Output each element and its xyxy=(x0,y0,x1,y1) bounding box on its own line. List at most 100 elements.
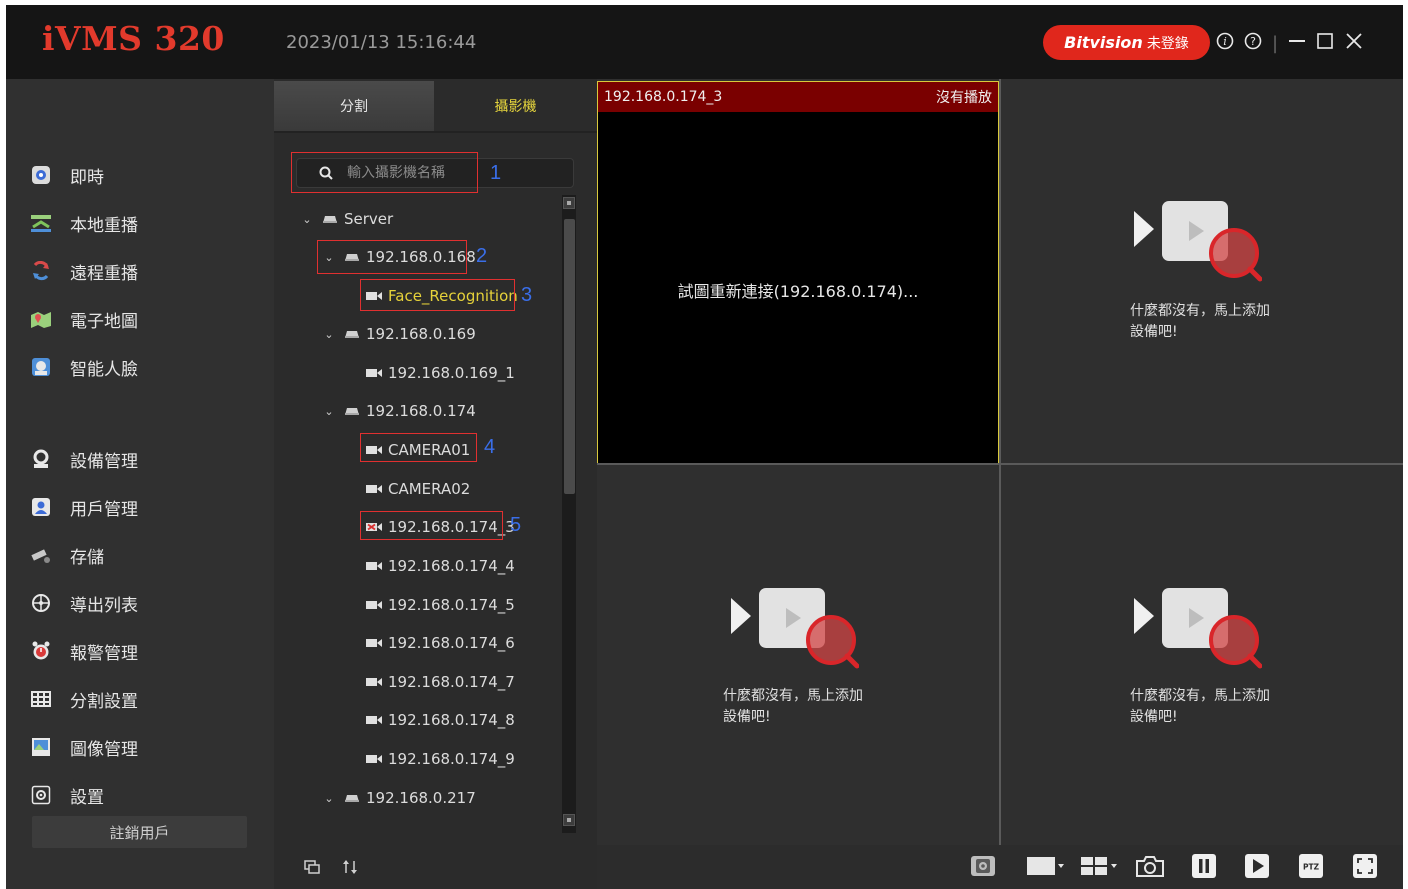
close-icon[interactable] xyxy=(1344,31,1364,56)
scroll-up-button[interactable] xyxy=(563,197,575,209)
camera-search-box[interactable] xyxy=(296,158,574,188)
sort-icon[interactable] xyxy=(342,859,358,879)
split-layout-icon[interactable] xyxy=(1079,853,1121,879)
nav-label: 設備管理 xyxy=(70,451,138,472)
nav-device-management[interactable]: 設備管理 xyxy=(30,444,138,474)
logout-button[interactable]: 註銷用戶 xyxy=(32,816,247,848)
grid-divider xyxy=(999,79,1001,845)
empty-text-line: 什麼都沒有，馬上添加 xyxy=(723,688,863,704)
export-list-icon xyxy=(30,592,52,614)
nav-label: 報警管理 xyxy=(70,643,138,664)
nav-settings[interactable]: 設置 xyxy=(30,780,104,810)
nav-face-recognition[interactable]: 智能人臉 xyxy=(30,352,138,382)
bottom-toolbar: PTZ xyxy=(597,845,1403,889)
annotation-number: 3 xyxy=(521,284,533,306)
info-icon[interactable]: i xyxy=(1216,32,1234,55)
scroll-down-button[interactable] xyxy=(563,814,575,826)
video-cell-status: 沒有播放 xyxy=(936,90,992,106)
tree-label: 192.168.0.174_5 xyxy=(388,596,515,614)
nav-user-management[interactable]: 用戶管理 xyxy=(30,492,138,522)
nav-image-management[interactable]: 圖像管理 xyxy=(30,732,138,762)
chevron-down-icon[interactable]: ⌄ xyxy=(322,405,336,418)
server-icon xyxy=(322,214,338,224)
nav-label: 圖像管理 xyxy=(70,739,138,760)
annotation-number: 4 xyxy=(484,436,496,458)
no-device-camera-icon xyxy=(1134,201,1262,282)
fullscreen-icon[interactable] xyxy=(1351,853,1379,879)
tree-device[interactable]: ⌄ 192.168.0.217 xyxy=(322,786,475,810)
nav-label: 遠程重播 xyxy=(70,263,138,284)
chevron-down-icon[interactable]: ⌄ xyxy=(300,213,314,226)
nav-export-list[interactable]: 導出列表 xyxy=(30,588,138,618)
tree-camera[interactable]: 192.168.0.174_9 xyxy=(366,747,515,771)
tree-camera[interactable]: 192.168.0.174_8 xyxy=(366,708,515,732)
camera-search-input[interactable] xyxy=(347,165,507,181)
main-sidebar: 即時 本地重播 遠程重播 電子地圖 智能人臉 設備管理 用戶管理 存儲 導出列表… xyxy=(6,79,274,889)
nav-label: 智能人臉 xyxy=(70,359,138,380)
video-cell-empty[interactable]: 什麼都沒有，馬上添加 設備吧! xyxy=(597,464,999,845)
nav-local-playback[interactable]: 本地重播 xyxy=(30,208,138,238)
camera-icon xyxy=(366,715,382,725)
scrollbar-thumb[interactable] xyxy=(564,219,575,494)
camera-icon xyxy=(366,754,382,764)
image-management-icon xyxy=(30,736,52,758)
chevron-down-icon[interactable]: ⌄ xyxy=(322,328,336,341)
chevron-down-icon[interactable]: ⌄ xyxy=(322,251,336,264)
nav-e-map[interactable]: 電子地圖 xyxy=(30,304,138,334)
nav-remote-playback[interactable]: 遠程重播 xyxy=(30,256,138,286)
copy-icon[interactable] xyxy=(304,860,320,878)
tree-camera[interactable]: 192.168.0.174_7 xyxy=(366,670,515,694)
panel-tabs: 分割 攝影機 xyxy=(274,81,597,133)
reconnect-message: 試圖重新連接(192.168.0.174)... xyxy=(677,282,919,301)
bitvision-login-button[interactable]: Bitvision 未登錄 xyxy=(1043,25,1210,60)
minimize-icon[interactable] xyxy=(1288,32,1306,55)
window-layout-icon[interactable] xyxy=(1025,853,1067,879)
nav-label: 導出列表 xyxy=(70,595,138,616)
title-bar: iVMS 320 2023/01/13 15:16:44 Bitvision 未… xyxy=(6,5,1403,79)
nav-live-view[interactable]: 即時 xyxy=(30,160,104,190)
tree-camera[interactable]: CAMERA02 xyxy=(366,477,470,501)
snapshot-icon[interactable] xyxy=(1134,853,1166,879)
tree-device[interactable]: ⌄ 192.168.0.174 xyxy=(322,399,476,423)
video-cell-header: 192.168.0.174_3 沒有播放 xyxy=(598,82,998,112)
video-cell-active[interactable]: 192.168.0.174_3 沒有播放 試圖重新連接(192.168.0.17… xyxy=(597,81,999,464)
nav-label: 電子地圖 xyxy=(70,311,138,332)
device-management-icon xyxy=(30,448,52,470)
maximize-icon[interactable] xyxy=(1316,32,1334,55)
app-logo: iVMS 320 xyxy=(42,19,225,58)
chevron-down-icon[interactable]: ⌄ xyxy=(322,792,336,805)
play-icon[interactable] xyxy=(1244,853,1270,879)
video-cell-empty[interactable]: 什麼都沒有，馬上添加 設備吧! xyxy=(1001,79,1403,463)
tree-camera[interactable]: 192.168.0.174_3 xyxy=(366,515,515,539)
nav-alarm-management[interactable]: 報警管理 xyxy=(30,636,138,666)
tree-server[interactable]: ⌄ Server xyxy=(300,207,393,231)
stream-icon[interactable] xyxy=(969,853,997,879)
pause-all-icon[interactable] xyxy=(1191,853,1217,879)
tree-label: 192.168.0.174_3 xyxy=(388,518,515,536)
nav-storage[interactable]: 存儲 xyxy=(30,540,104,570)
tree-label: 192.168.0.169_1 xyxy=(388,364,515,382)
no-device-camera-icon xyxy=(1134,588,1262,669)
storage-icon xyxy=(30,544,52,566)
nav-split-settings[interactable]: 分割設置 xyxy=(30,684,138,714)
tree-camera[interactable]: 192.168.0.174_5 xyxy=(366,593,515,617)
video-cell-empty[interactable]: 什麼都沒有，馬上添加 設備吧! xyxy=(1001,464,1403,845)
tree-camera[interactable]: Face_Recognition xyxy=(366,284,518,308)
annotation-number: 2 xyxy=(476,245,488,267)
camera-offline-icon xyxy=(366,522,382,532)
tab-camera[interactable]: 攝影機 xyxy=(434,81,597,131)
tree-label: Server xyxy=(344,210,394,228)
tree-device[interactable]: ⌄ 192.168.0.168 xyxy=(322,245,475,269)
tree-camera[interactable]: 192.168.0.174_4 xyxy=(366,554,515,578)
ptz-icon[interactable]: PTZ xyxy=(1297,853,1325,879)
bitvision-logo: Bitvision xyxy=(1064,33,1143,52)
ptz-label: PTZ xyxy=(1303,863,1320,872)
tree-camera[interactable]: 192.168.0.169_1 xyxy=(366,361,515,385)
svg-text:?: ? xyxy=(1250,35,1256,48)
tab-split[interactable]: 分割 xyxy=(274,81,434,131)
help-icon[interactable]: ? xyxy=(1244,32,1262,55)
tree-label: 192.168.0.174 xyxy=(366,402,476,420)
tree-camera[interactable]: 192.168.0.174_6 xyxy=(366,631,515,655)
tree-device[interactable]: ⌄ 192.168.0.169 xyxy=(322,322,475,346)
tree-camera[interactable]: CAMERA01 xyxy=(366,438,470,462)
